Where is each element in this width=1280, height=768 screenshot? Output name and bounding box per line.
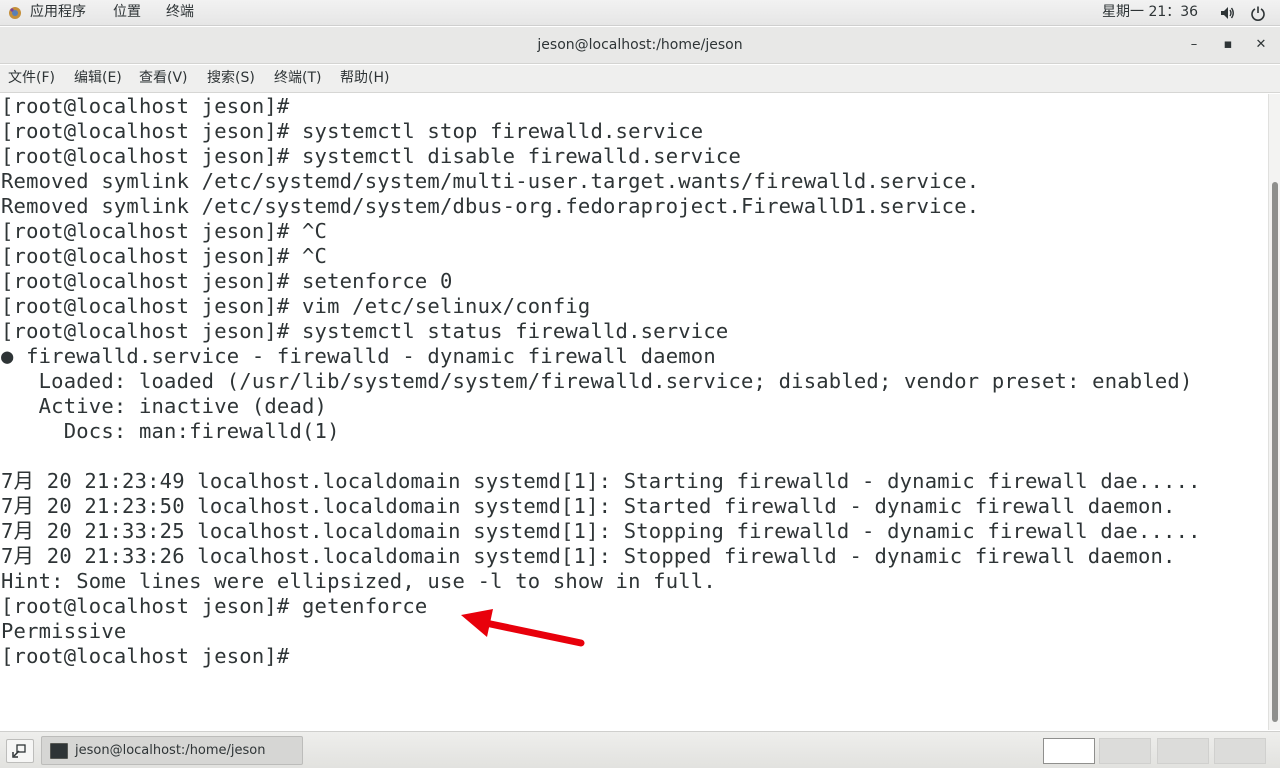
terminal-icon: [50, 743, 68, 759]
top-panel: 应用程序 位置 终端 星期一 21：36: [0, 0, 1280, 26]
terminal-line: ● firewalld.service - firewalld - dynami…: [1, 344, 716, 368]
menubar: 文件(F) 编辑(E) 查看(V) 搜索(S) 终端(T) 帮助(H): [0, 65, 1280, 93]
taskbar-window-terminal[interactable]: jeson@localhost:/home/jeson: [41, 736, 303, 765]
volume-icon[interactable]: [1219, 5, 1235, 21]
terminal-line: Permissive: [1, 619, 127, 643]
window-titlebar[interactable]: jeson@localhost:/home/jeson – ▪ ✕: [0, 27, 1280, 64]
maximize-button[interactable]: ▪: [1219, 36, 1237, 54]
menu-help[interactable]: 帮助(H): [340, 65, 389, 93]
menu-view[interactable]: 查看(V): [139, 65, 188, 93]
workspace-1[interactable]: [1043, 738, 1095, 764]
terminal-line: Active: inactive (dead): [1, 394, 328, 418]
terminal-line: [root@localhost jeson]# setenforce 0: [1, 269, 453, 293]
menu-terminal[interactable]: 终端(T): [274, 65, 321, 93]
show-desktop-icon: [12, 744, 26, 758]
terminal-line: [root@localhost jeson]# systemctl status…: [1, 319, 729, 343]
terminal-line: Removed symlink /etc/systemd/system/mult…: [1, 169, 980, 193]
terminal-line: 7月 20 21:33:25 localhost.localdomain sys…: [1, 519, 1201, 543]
terminal-output[interactable]: [root@localhost jeson]# [root@localhost …: [0, 94, 1268, 730]
bottom-taskbar: jeson@localhost:/home/jeson: [0, 731, 1280, 768]
applications-menu[interactable]: 应用程序: [30, 0, 86, 26]
workspace-3[interactable]: [1157, 738, 1209, 764]
terminal-line: Docs: man:firewalld(1): [1, 419, 340, 443]
terminal-line: 7月 20 21:23:50 localhost.localdomain sys…: [1, 494, 1176, 518]
taskbar-window-label: jeson@localhost:/home/jeson: [75, 743, 266, 758]
terminal-app-menu[interactable]: 终端: [166, 0, 194, 26]
terminal-line: [root@localhost jeson]# systemctl disabl…: [1, 144, 741, 168]
workspace-2[interactable]: [1099, 738, 1151, 764]
terminal-line: [root@localhost jeson]# getenforce: [1, 594, 428, 618]
window-title: jeson@localhost:/home/jeson: [537, 37, 743, 53]
terminal-line: 7月 20 21:23:49 localhost.localdomain sys…: [1, 469, 1201, 493]
terminal-line: [root@localhost jeson]#: [1, 94, 290, 118]
show-desktop-button[interactable]: [6, 739, 34, 763]
terminal-line: [root@localhost jeson]# vim /etc/selinux…: [1, 294, 591, 318]
terminal-line: [root@localhost jeson]#: [1, 644, 290, 668]
terminal-scrollbar[interactable]: [1268, 94, 1280, 730]
menu-file[interactable]: 文件(F): [8, 65, 55, 93]
terminal-line: [root@localhost jeson]# systemctl stop f…: [1, 119, 704, 143]
terminal-line: [root@localhost jeson]# ^C: [1, 244, 328, 268]
red-arrow-annotation: [461, 609, 585, 647]
minimize-button[interactable]: –: [1185, 36, 1203, 54]
close-button[interactable]: ✕: [1252, 36, 1270, 54]
menu-search[interactable]: 搜索(S): [207, 65, 255, 93]
applications-icon[interactable]: [8, 6, 22, 20]
terminal-line: Hint: Some lines were ellipsized, use -l…: [1, 569, 716, 593]
workspace-4[interactable]: [1214, 738, 1266, 764]
scrollbar-thumb[interactable]: [1272, 182, 1278, 722]
terminal-line: 7月 20 21:33:26 localhost.localdomain sys…: [1, 544, 1176, 568]
clock[interactable]: 星期一 21：36: [1102, 0, 1198, 26]
menu-edit[interactable]: 编辑(E): [74, 65, 122, 93]
terminal-line: Removed symlink /etc/systemd/system/dbus…: [1, 194, 980, 218]
terminal-line: [root@localhost jeson]# ^C: [1, 219, 328, 243]
terminal-line: Loaded: loaded (/usr/lib/systemd/system/…: [1, 369, 1193, 393]
power-icon[interactable]: [1250, 5, 1266, 21]
places-menu[interactable]: 位置: [113, 0, 141, 26]
